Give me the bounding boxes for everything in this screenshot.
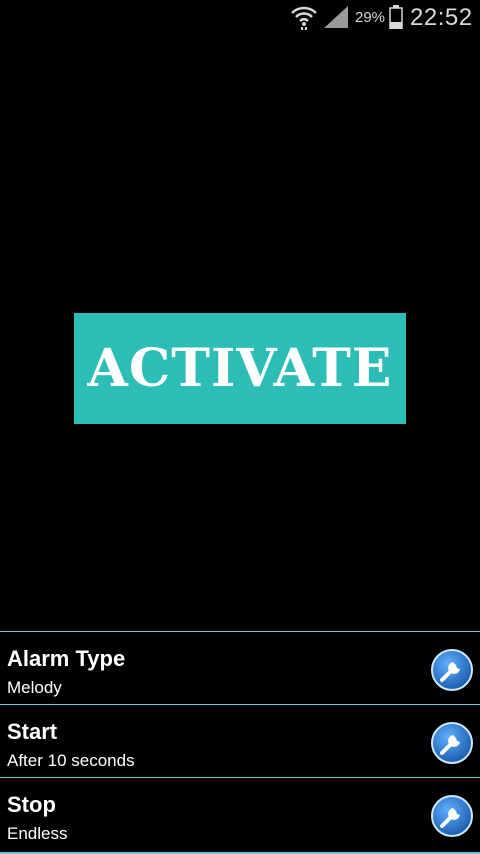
wrench-icon[interactable] (430, 648, 474, 692)
battery-icon (389, 5, 403, 29)
activate-label: ACTIVATE (87, 338, 393, 399)
signal-icon (324, 6, 348, 28)
setting-value: Endless (7, 824, 68, 843)
setting-title: Start (7, 719, 58, 744)
setting-title: Alarm Type (7, 646, 126, 671)
setting-stop[interactable]: Stop Endless (0, 777, 480, 850)
settings-list: Alarm Type Melody Start After 10 seconds (0, 631, 480, 854)
setting-title: Stop (7, 792, 56, 817)
activate-button[interactable]: ACTIVATE (74, 313, 406, 424)
wrench-icon[interactable] (430, 794, 474, 838)
status-clock: 22:52 (410, 4, 473, 31)
wifi-icon (291, 6, 317, 30)
battery-percent: 29% (355, 9, 386, 26)
setting-alarm-type[interactable]: Alarm Type Melody (0, 631, 480, 704)
setting-value: Melody (7, 678, 62, 697)
wrench-icon[interactable] (430, 721, 474, 765)
status-bar: 29% 22:52 (0, 0, 480, 36)
setting-value: After 10 seconds (7, 751, 135, 770)
setting-start[interactable]: Start After 10 seconds (0, 704, 480, 777)
